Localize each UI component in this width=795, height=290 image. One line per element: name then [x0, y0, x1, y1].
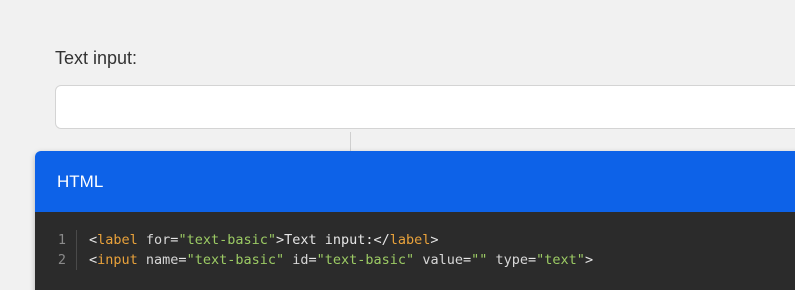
code-text: <input name="text-basic" id="text-basic"… [89, 250, 593, 270]
code-token: label [97, 232, 138, 248]
code-token: id [284, 252, 309, 268]
code-token: "text-basic" [186, 252, 285, 268]
text-input-field[interactable] [55, 85, 795, 129]
code-line: 1 <label for="text-basic">Text input:</la… [35, 230, 795, 250]
code-token: input [97, 252, 138, 268]
text-input-label: Text input: [55, 48, 138, 68]
code-token: = [178, 252, 187, 268]
code-text: <label for="text-basic">Text input:</lab… [89, 230, 439, 250]
code-token: "text-basic" [178, 232, 276, 248]
divider [350, 132, 351, 152]
code-token: "text" [536, 252, 585, 268]
line-number: 1 [35, 230, 77, 250]
code-token: "" [471, 252, 488, 268]
code-token: = [528, 252, 537, 268]
code-panel: HTML 1 <label for="text-basic">Text input… [35, 151, 795, 290]
code-line: 2 <input name="text-basic" id="text-basic… [35, 250, 795, 270]
code-token: type [487, 252, 529, 268]
code-token: > [584, 252, 594, 268]
code-panel-title: HTML [57, 172, 104, 191]
line-number: 2 [35, 250, 77, 270]
code-panel-header: HTML [35, 151, 795, 212]
code-block: 1 <label for="text-basic">Text input:</la… [35, 212, 795, 290]
code-token: = [462, 252, 472, 268]
code-token: < [89, 252, 98, 268]
code-token: value [414, 252, 463, 268]
code-token: name [137, 252, 179, 268]
code-token: < [89, 232, 98, 248]
page: Text input: HTML 1 <label for="text-basic… [0, 0, 795, 290]
code-token: > [430, 232, 439, 248]
code-token: >Text input:</ [275, 232, 390, 248]
code-token: "text-basic" [316, 252, 415, 268]
code-token: = [308, 252, 317, 268]
code-token: label [389, 232, 431, 248]
code-token: for [137, 232, 171, 248]
